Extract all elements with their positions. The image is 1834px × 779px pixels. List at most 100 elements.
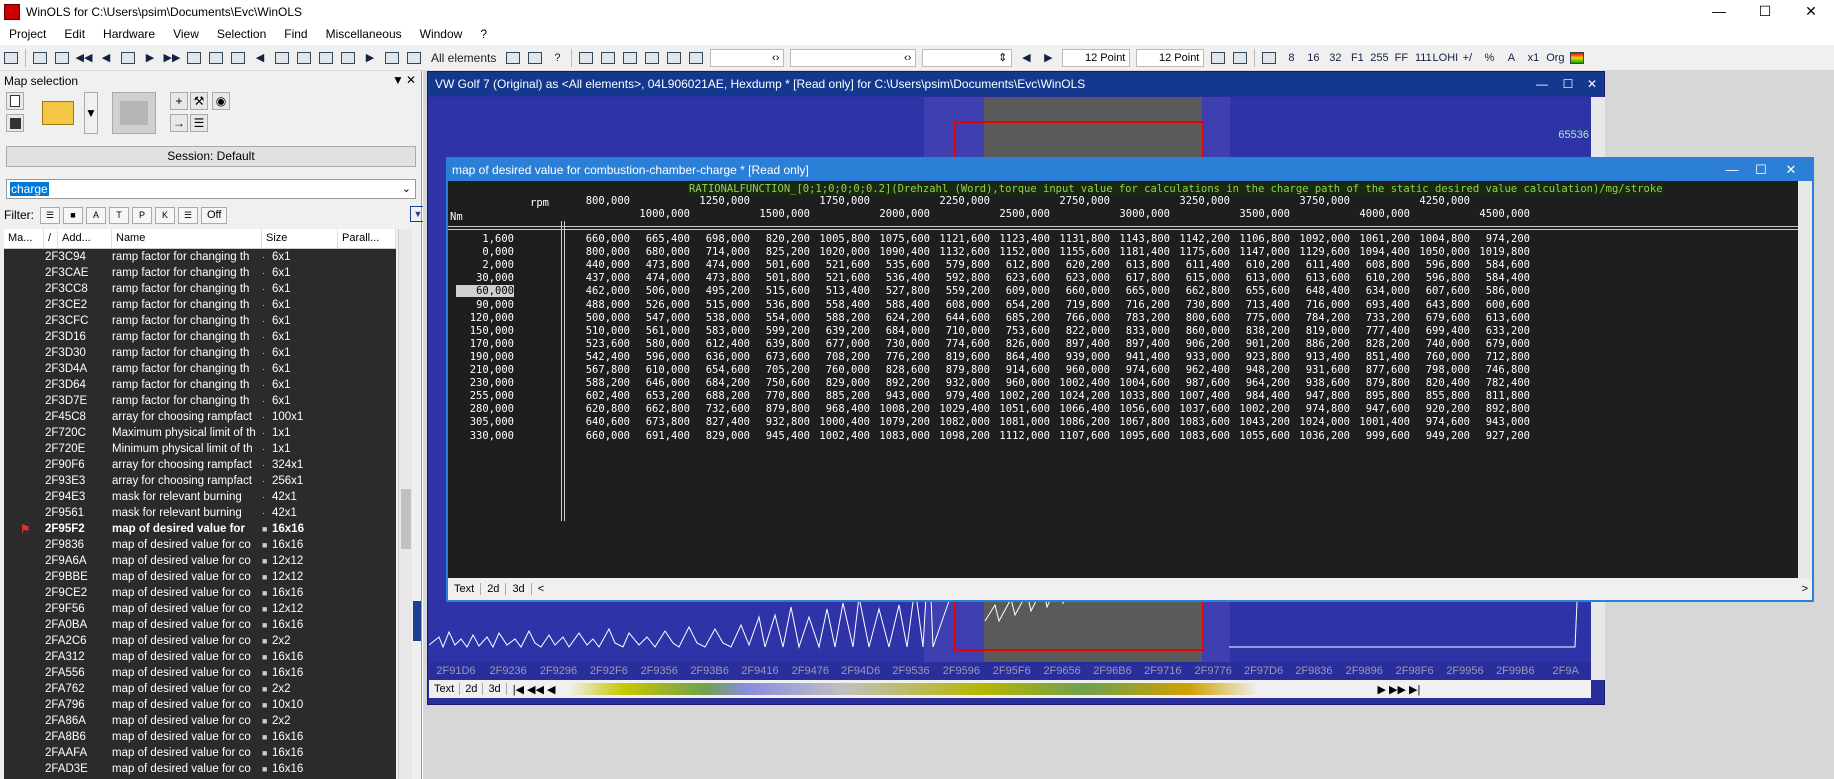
map-cell[interactable]: 567,800 <box>564 364 630 376</box>
map-list-row[interactable]: 2FAD3E map of desired value for co ■ 16x16 <box>4 761 396 777</box>
map-cell[interactable]: 495,200 <box>684 285 750 297</box>
map-cell[interactable]: 829,000 <box>804 377 870 389</box>
map-cell[interactable]: 1079,200 <box>864 416 930 428</box>
map-cell[interactable]: 613,600 <box>1464 312 1530 324</box>
map-list-row[interactable]: 2F3D30 ramp factor for changing th · 6x1 <box>4 345 396 361</box>
map-cell[interactable]: 820,400 <box>1404 377 1470 389</box>
format-icon[interactable] <box>1260 49 1278 67</box>
map-cell[interactable]: 584,600 <box>1464 259 1530 271</box>
search-dropdown-icon[interactable]: ⌄ <box>402 182 411 195</box>
map-cell[interactable]: 943,000 <box>864 390 930 402</box>
map-cell[interactable]: 579,800 <box>924 259 990 271</box>
map-cell[interactable]: 820,200 <box>744 233 810 245</box>
sign-icon[interactable]: +/ <box>1458 49 1476 67</box>
map-list-row[interactable]: 2FA8B6 map of desired value for co ■ 16x16 <box>4 729 396 745</box>
map-cell[interactable]: 655,600 <box>1224 285 1290 297</box>
map-list-row[interactable]: 2F45C8 array for choosing rampfact · 100x1 <box>4 409 396 425</box>
map-cell[interactable]: 1043,200 <box>1224 416 1290 428</box>
font-size-1[interactable]: 12 Point <box>1062 48 1131 67</box>
map-cell[interactable]: 523,600 <box>564 338 630 350</box>
filter-a-icon[interactable]: A <box>86 206 106 224</box>
format-16-icon[interactable]: 16 <box>1304 49 1322 67</box>
map-cell[interactable]: 923,800 <box>1224 351 1290 363</box>
map-cell[interactable]: 877,600 <box>1344 364 1410 376</box>
map-cell[interactable]: 660,000 <box>564 233 630 245</box>
forward-icon[interactable]: ▶ <box>361 49 379 67</box>
map-cell[interactable]: 947,600 <box>1344 403 1410 415</box>
map-cell[interactable]: 607,600 <box>1404 285 1470 297</box>
map-cell[interactable]: 513,400 <box>804 285 870 297</box>
map-cell[interactable]: 620,200 <box>1044 259 1110 271</box>
menu-project[interactable]: Project <box>0 27 55 41</box>
map-cell[interactable]: 654,600 <box>684 364 750 376</box>
col-name[interactable]: Name <box>112 229 262 248</box>
map-cell[interactable]: 1082,000 <box>924 416 990 428</box>
map-list-row[interactable]: 2F9CE2 map of desired value for co ■ 16x16 <box>4 585 396 601</box>
map-minimize-button[interactable]: — <box>1717 159 1747 181</box>
wand3-icon[interactable] <box>621 49 639 67</box>
map-list-row[interactable]: ⚑ 2F95F2 map of desired value for ■ 16x16 <box>4 521 396 537</box>
map-cell[interactable]: 1121,600 <box>924 233 990 245</box>
map-cell[interactable]: 705,200 <box>744 364 810 376</box>
map-cell[interactable]: 617,800 <box>1104 272 1170 284</box>
map-cell[interactable]: 612,800 <box>984 259 1050 271</box>
format-8-icon[interactable]: 8 <box>1282 49 1300 67</box>
marker-icon[interactable] <box>643 49 661 67</box>
map-cell[interactable]: 860,000 <box>1164 325 1230 337</box>
tool-icon[interactable] <box>504 49 522 67</box>
map-cell[interactable]: 1050,000 <box>1404 246 1470 258</box>
filter-p-icon[interactable]: P <box>132 206 152 224</box>
map-cell[interactable]: 984,400 <box>1224 390 1290 402</box>
map-cell[interactable]: 613,000 <box>1224 272 1290 284</box>
map-cell[interactable]: 610,000 <box>624 364 690 376</box>
map-cell[interactable]: 1098,200 <box>924 430 990 442</box>
map-list-row[interactable]: 2F9A6A map of desired value for co ■ 12x12 <box>4 553 396 569</box>
export-icon[interactable] <box>339 49 357 67</box>
map-cell[interactable]: 1147,000 <box>1224 246 1290 258</box>
map-cell[interactable]: 440,000 <box>564 259 630 271</box>
map-cell[interactable]: 885,200 <box>804 390 870 402</box>
frame-icon[interactable] <box>687 49 705 67</box>
map-cell[interactable]: 636,000 <box>684 351 750 363</box>
map-list-row[interactable]: 2F3D4A ramp factor for changing th · 6x1 <box>4 361 396 377</box>
help-cursor-icon[interactable]: ? <box>548 49 566 67</box>
map-list-row[interactable]: 2F3CFC ramp factor for changing th · 6x1 <box>4 313 396 329</box>
toolbar-field-2[interactable]: ‹› <box>790 48 917 67</box>
map-cell[interactable]: 554,000 <box>744 312 810 324</box>
map-cell[interactable]: 515,000 <box>684 299 750 311</box>
map-cell[interactable]: 1067,800 <box>1104 416 1170 428</box>
map-cell[interactable]: 609,000 <box>984 285 1050 297</box>
map-cell[interactable]: 775,000 <box>1224 312 1290 324</box>
map-cell[interactable]: 819,000 <box>1284 325 1350 337</box>
map-cell[interactable]: 673,600 <box>744 351 810 363</box>
map-cell[interactable]: 822,000 <box>1044 325 1110 337</box>
map-cell[interactable]: 592,800 <box>924 272 990 284</box>
format-32-icon[interactable]: 32 <box>1326 49 1344 67</box>
map-list-row[interactable]: 2F3C94 ramp factor for changing th · 6x1 <box>4 249 396 265</box>
panel-splitter[interactable] <box>413 601 421 641</box>
colorbar-icon[interactable] <box>1568 49 1586 67</box>
map-cell[interactable]: 712,800 <box>1464 351 1530 363</box>
map-cell[interactable]: 1075,600 <box>864 233 930 245</box>
map-cell[interactable]: 1008,200 <box>864 403 930 415</box>
map-cell[interactable]: 547,000 <box>624 312 690 324</box>
map-cell[interactable]: 521,600 <box>804 272 870 284</box>
map-cell[interactable]: 1019,800 <box>1464 246 1530 258</box>
map-cell[interactable]: 708,200 <box>804 351 870 363</box>
map-cell[interactable]: 932,800 <box>744 416 810 428</box>
map-cell[interactable]: 783,200 <box>1104 312 1170 324</box>
map-maximize-button[interactable]: ☐ <box>1746 159 1776 181</box>
map-cell[interactable]: 527,800 <box>864 285 930 297</box>
map-cell[interactable]: 1112,000 <box>984 430 1050 442</box>
map-cell[interactable]: 596,000 <box>624 351 690 363</box>
map-cell[interactable]: 1083,600 <box>1164 430 1230 442</box>
map-cell[interactable]: 1094,400 <box>1344 246 1410 258</box>
map-cell[interactable]: 1037,600 <box>1164 403 1230 415</box>
open-project-icon[interactable] <box>31 49 49 67</box>
map-cell[interactable]: 584,400 <box>1464 272 1530 284</box>
save-icon[interactable] <box>6 114 24 132</box>
map-cell[interactable]: 679,600 <box>1404 312 1470 324</box>
checksum-icon[interactable] <box>295 49 313 67</box>
next-icon[interactable]: ▶ <box>141 49 159 67</box>
map-cell[interactable]: 561,000 <box>624 325 690 337</box>
